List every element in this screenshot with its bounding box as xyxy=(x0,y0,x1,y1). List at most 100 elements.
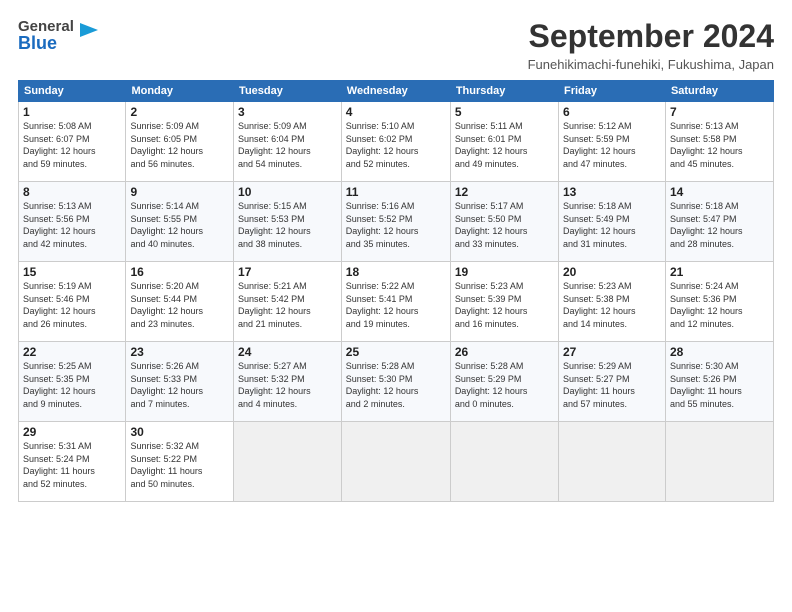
title-area: September 2024 Funehikimachi-funehiki, F… xyxy=(528,18,774,72)
empty-cell xyxy=(665,422,773,502)
day-info: Sunrise: 5:09 AM Sunset: 6:05 PM Dayligh… xyxy=(130,120,229,170)
day-info: Sunrise: 5:20 AM Sunset: 5:44 PM Dayligh… xyxy=(130,280,229,330)
calendar-table: SundayMondayTuesdayWednesdayThursdayFrid… xyxy=(18,80,774,502)
day-cell-15: 15Sunrise: 5:19 AM Sunset: 5:46 PM Dayli… xyxy=(19,262,126,342)
header-day-saturday: Saturday xyxy=(665,81,773,102)
day-number: 24 xyxy=(238,345,337,359)
empty-cell xyxy=(341,422,450,502)
day-cell-29: 29Sunrise: 5:31 AM Sunset: 5:24 PM Dayli… xyxy=(19,422,126,502)
day-number: 16 xyxy=(130,265,229,279)
day-cell-22: 22Sunrise: 5:25 AM Sunset: 5:35 PM Dayli… xyxy=(19,342,126,422)
day-number: 20 xyxy=(563,265,661,279)
day-info: Sunrise: 5:28 AM Sunset: 5:29 PM Dayligh… xyxy=(455,360,554,410)
calendar-week-row: 8Sunrise: 5:13 AM Sunset: 5:56 PM Daylig… xyxy=(19,182,774,262)
day-info: Sunrise: 5:15 AM Sunset: 5:53 PM Dayligh… xyxy=(238,200,337,250)
day-cell-23: 23Sunrise: 5:26 AM Sunset: 5:33 PM Dayli… xyxy=(126,342,234,422)
day-cell-21: 21Sunrise: 5:24 AM Sunset: 5:36 PM Dayli… xyxy=(665,262,773,342)
day-number: 21 xyxy=(670,265,769,279)
logo-blue-text: Blue xyxy=(18,35,74,51)
day-info: Sunrise: 5:17 AM Sunset: 5:50 PM Dayligh… xyxy=(455,200,554,250)
day-info: Sunrise: 5:30 AM Sunset: 5:26 PM Dayligh… xyxy=(670,360,769,410)
day-info: Sunrise: 5:12 AM Sunset: 5:59 PM Dayligh… xyxy=(563,120,661,170)
day-cell-10: 10Sunrise: 5:15 AM Sunset: 5:53 PM Dayli… xyxy=(234,182,342,262)
day-info: Sunrise: 5:21 AM Sunset: 5:42 PM Dayligh… xyxy=(238,280,337,330)
day-info: Sunrise: 5:32 AM Sunset: 5:22 PM Dayligh… xyxy=(130,440,229,490)
day-number: 12 xyxy=(455,185,554,199)
logo: General Blue xyxy=(18,18,100,51)
day-number: 29 xyxy=(23,425,121,439)
day-info: Sunrise: 5:23 AM Sunset: 5:38 PM Dayligh… xyxy=(563,280,661,330)
day-info: Sunrise: 5:14 AM Sunset: 5:55 PM Dayligh… xyxy=(130,200,229,250)
calendar-week-row: 22Sunrise: 5:25 AM Sunset: 5:35 PM Dayli… xyxy=(19,342,774,422)
day-number: 18 xyxy=(346,265,446,279)
header-day-friday: Friday xyxy=(558,81,665,102)
day-number: 6 xyxy=(563,105,661,119)
day-cell-30: 30Sunrise: 5:32 AM Sunset: 5:22 PM Dayli… xyxy=(126,422,234,502)
day-cell-14: 14Sunrise: 5:18 AM Sunset: 5:47 PM Dayli… xyxy=(665,182,773,262)
day-cell-18: 18Sunrise: 5:22 AM Sunset: 5:41 PM Dayli… xyxy=(341,262,450,342)
day-info: Sunrise: 5:11 AM Sunset: 6:01 PM Dayligh… xyxy=(455,120,554,170)
header: General Blue September 2024 Funehikimach… xyxy=(18,18,774,72)
day-info: Sunrise: 5:08 AM Sunset: 6:07 PM Dayligh… xyxy=(23,120,121,170)
day-cell-8: 8Sunrise: 5:13 AM Sunset: 5:56 PM Daylig… xyxy=(19,182,126,262)
main-title: September 2024 xyxy=(528,18,774,55)
day-info: Sunrise: 5:13 AM Sunset: 5:58 PM Dayligh… xyxy=(670,120,769,170)
day-info: Sunrise: 5:16 AM Sunset: 5:52 PM Dayligh… xyxy=(346,200,446,250)
empty-cell xyxy=(234,422,342,502)
day-number: 19 xyxy=(455,265,554,279)
day-info: Sunrise: 5:18 AM Sunset: 5:47 PM Dayligh… xyxy=(670,200,769,250)
day-cell-26: 26Sunrise: 5:28 AM Sunset: 5:29 PM Dayli… xyxy=(450,342,558,422)
header-day-thursday: Thursday xyxy=(450,81,558,102)
day-cell-12: 12Sunrise: 5:17 AM Sunset: 5:50 PM Dayli… xyxy=(450,182,558,262)
day-number: 11 xyxy=(346,185,446,199)
header-day-tuesday: Tuesday xyxy=(234,81,342,102)
day-number: 30 xyxy=(130,425,229,439)
empty-cell xyxy=(450,422,558,502)
header-day-monday: Monday xyxy=(126,81,234,102)
page: General Blue September 2024 Funehikimach… xyxy=(0,0,792,612)
day-cell-19: 19Sunrise: 5:23 AM Sunset: 5:39 PM Dayli… xyxy=(450,262,558,342)
day-number: 2 xyxy=(130,105,229,119)
day-cell-1: 1Sunrise: 5:08 AM Sunset: 6:07 PM Daylig… xyxy=(19,102,126,182)
day-info: Sunrise: 5:13 AM Sunset: 5:56 PM Dayligh… xyxy=(23,200,121,250)
day-info: Sunrise: 5:27 AM Sunset: 5:32 PM Dayligh… xyxy=(238,360,337,410)
day-info: Sunrise: 5:26 AM Sunset: 5:33 PM Dayligh… xyxy=(130,360,229,410)
day-info: Sunrise: 5:19 AM Sunset: 5:46 PM Dayligh… xyxy=(23,280,121,330)
day-info: Sunrise: 5:23 AM Sunset: 5:39 PM Dayligh… xyxy=(455,280,554,330)
day-info: Sunrise: 5:28 AM Sunset: 5:30 PM Dayligh… xyxy=(346,360,446,410)
day-info: Sunrise: 5:31 AM Sunset: 5:24 PM Dayligh… xyxy=(23,440,121,490)
day-cell-20: 20Sunrise: 5:23 AM Sunset: 5:38 PM Dayli… xyxy=(558,262,665,342)
day-cell-11: 11Sunrise: 5:16 AM Sunset: 5:52 PM Dayli… xyxy=(341,182,450,262)
empty-cell xyxy=(558,422,665,502)
day-cell-25: 25Sunrise: 5:28 AM Sunset: 5:30 PM Dayli… xyxy=(341,342,450,422)
calendar-week-row: 1Sunrise: 5:08 AM Sunset: 6:07 PM Daylig… xyxy=(19,102,774,182)
day-cell-24: 24Sunrise: 5:27 AM Sunset: 5:32 PM Dayli… xyxy=(234,342,342,422)
day-info: Sunrise: 5:24 AM Sunset: 5:36 PM Dayligh… xyxy=(670,280,769,330)
header-day-sunday: Sunday xyxy=(19,81,126,102)
day-cell-27: 27Sunrise: 5:29 AM Sunset: 5:27 PM Dayli… xyxy=(558,342,665,422)
day-cell-28: 28Sunrise: 5:30 AM Sunset: 5:26 PM Dayli… xyxy=(665,342,773,422)
subtitle: Funehikimachi-funehiki, Fukushima, Japan xyxy=(528,57,774,72)
day-cell-16: 16Sunrise: 5:20 AM Sunset: 5:44 PM Dayli… xyxy=(126,262,234,342)
day-number: 7 xyxy=(670,105,769,119)
day-number: 10 xyxy=(238,185,337,199)
day-number: 17 xyxy=(238,265,337,279)
day-number: 13 xyxy=(563,185,661,199)
logo-name: General Blue xyxy=(18,18,74,51)
day-cell-7: 7Sunrise: 5:13 AM Sunset: 5:58 PM Daylig… xyxy=(665,102,773,182)
day-number: 26 xyxy=(455,345,554,359)
calendar-header-row: SundayMondayTuesdayWednesdayThursdayFrid… xyxy=(19,81,774,102)
day-number: 1 xyxy=(23,105,121,119)
day-cell-5: 5Sunrise: 5:11 AM Sunset: 6:01 PM Daylig… xyxy=(450,102,558,182)
day-number: 5 xyxy=(455,105,554,119)
day-info: Sunrise: 5:09 AM Sunset: 6:04 PM Dayligh… xyxy=(238,120,337,170)
day-number: 9 xyxy=(130,185,229,199)
day-number: 4 xyxy=(346,105,446,119)
day-info: Sunrise: 5:18 AM Sunset: 5:49 PM Dayligh… xyxy=(563,200,661,250)
day-cell-6: 6Sunrise: 5:12 AM Sunset: 5:59 PM Daylig… xyxy=(558,102,665,182)
day-info: Sunrise: 5:25 AM Sunset: 5:35 PM Dayligh… xyxy=(23,360,121,410)
day-number: 23 xyxy=(130,345,229,359)
day-number: 22 xyxy=(23,345,121,359)
day-number: 27 xyxy=(563,345,661,359)
day-info: Sunrise: 5:29 AM Sunset: 5:27 PM Dayligh… xyxy=(563,360,661,410)
